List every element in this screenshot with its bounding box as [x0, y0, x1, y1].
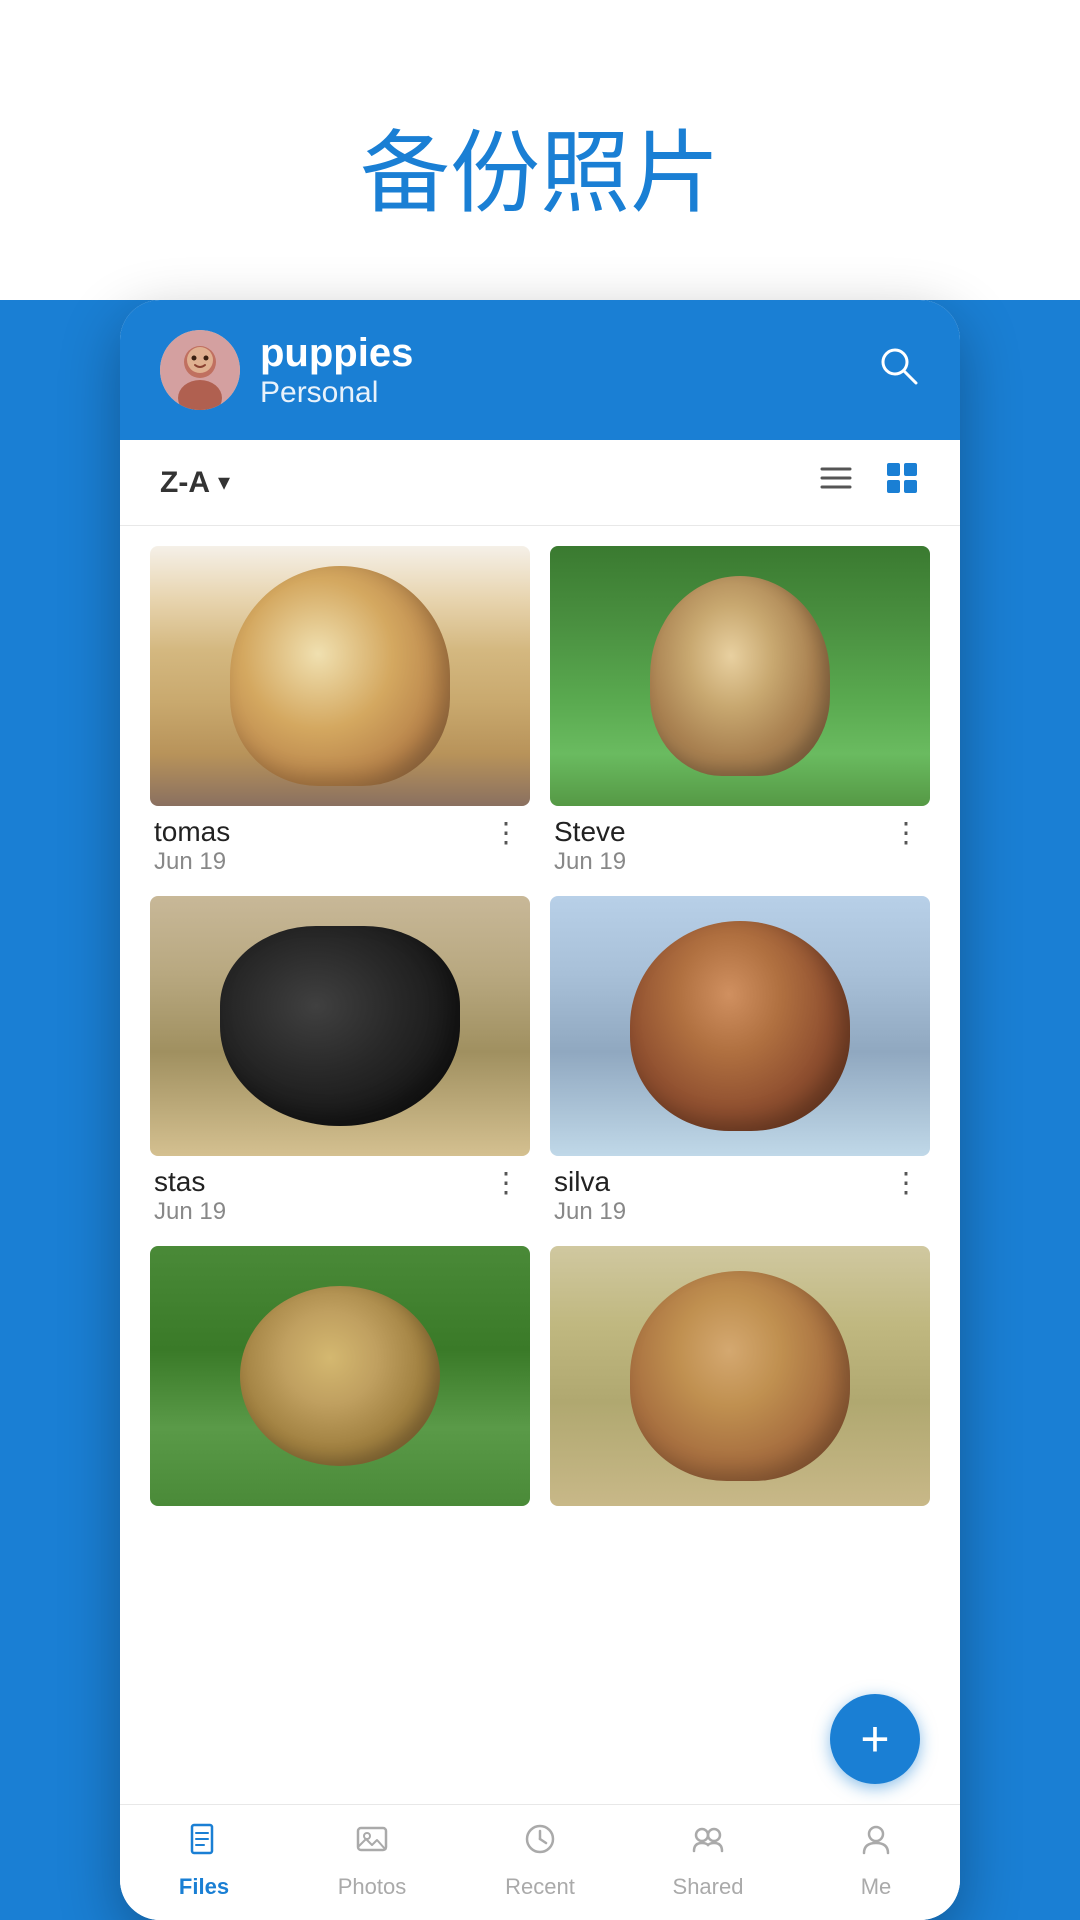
list-item[interactable]: stasJun 19 ⋮ — [150, 896, 530, 1226]
sort-selector[interactable]: Z-A ▾ — [160, 466, 230, 500]
item-text: SteveJun 19 — [554, 816, 626, 876]
nav-item-files[interactable]: Files — [120, 1821, 288, 1900]
list-item[interactable]: SteveJun 19 ⋮ — [550, 546, 930, 876]
more-options-icon[interactable]: ⋮ — [888, 816, 926, 849]
item-date: Jun 19 — [154, 1198, 226, 1226]
more-options-icon[interactable]: ⋮ — [488, 816, 526, 849]
fab-button[interactable]: + — [830, 1694, 920, 1784]
item-date: Jun 19 — [154, 848, 230, 876]
list-item[interactable]: tomasJun 19 ⋮ — [150, 546, 530, 876]
item-info: stasJun 19 ⋮ — [150, 1156, 530, 1226]
file-thumbnail — [150, 546, 530, 806]
file-thumbnail — [550, 546, 930, 806]
page-title: 备份照片 — [0, 60, 1080, 260]
item-info: silvaJun 19 ⋮ — [550, 1156, 930, 1226]
files-icon — [186, 1821, 222, 1866]
recent-icon — [522, 1821, 558, 1866]
toolbar: Z-A ▾ — [120, 440, 960, 526]
item-date: Jun 19 — [554, 1198, 626, 1226]
avatar — [160, 330, 240, 410]
file-thumbnail — [550, 896, 930, 1156]
file-thumbnail — [550, 1246, 930, 1506]
item-date: Jun 19 — [554, 848, 626, 876]
nav-item-shared[interactable]: Shared — [624, 1821, 792, 1900]
files-label: Files — [179, 1874, 229, 1900]
shared-label: Shared — [673, 1874, 744, 1900]
list-item[interactable] — [550, 1246, 930, 1506]
more-options-icon[interactable]: ⋮ — [888, 1166, 926, 1199]
me-icon — [858, 1821, 894, 1866]
item-text: tomasJun 19 — [154, 816, 230, 876]
item-name: tomas — [154, 816, 230, 848]
item-text: stasJun 19 — [154, 1166, 226, 1226]
search-button[interactable] — [876, 343, 920, 398]
nav-item-recent[interactable]: Recent — [456, 1821, 624, 1900]
header-title: puppies — [260, 331, 856, 376]
content-area: tomasJun 19⋮SteveJun 19⋮stasJun 19⋮silva… — [120, 526, 960, 1804]
bottom-nav: Files Photos Recent Shared Me — [120, 1804, 960, 1920]
item-info: SteveJun 19 ⋮ — [550, 806, 930, 876]
nav-item-photos[interactable]: Photos — [288, 1821, 456, 1900]
nav-item-me[interactable]: Me — [792, 1821, 960, 1900]
view-controls — [818, 460, 920, 505]
files-grid: tomasJun 19⋮SteveJun 19⋮stasJun 19⋮silva… — [150, 546, 930, 1506]
fab-plus-icon: + — [860, 1714, 889, 1764]
phone-frame: puppies Personal Z-A ▾ — [120, 300, 960, 1920]
photos-icon — [354, 1821, 390, 1866]
me-label: Me — [861, 1874, 892, 1900]
app-header: puppies Personal — [120, 300, 960, 440]
file-thumbnail — [150, 896, 530, 1156]
grid-view-button[interactable] — [884, 460, 920, 505]
item-name: Steve — [554, 816, 626, 848]
item-info: tomasJun 19 ⋮ — [150, 806, 530, 876]
shared-icon — [690, 1821, 726, 1866]
chevron-down-icon: ▾ — [218, 468, 230, 497]
list-item[interactable]: silvaJun 19 ⋮ — [550, 896, 930, 1226]
file-thumbnail — [150, 1246, 530, 1506]
more-options-icon[interactable]: ⋮ — [488, 1166, 526, 1199]
item-name: silva — [554, 1166, 626, 1198]
header-text: puppies Personal — [260, 331, 856, 410]
photos-label: Photos — [338, 1874, 407, 1900]
item-name: stas — [154, 1166, 226, 1198]
recent-label: Recent — [505, 1874, 575, 1900]
item-text: silvaJun 19 — [554, 1166, 626, 1226]
list-item[interactable] — [150, 1246, 530, 1506]
header-subtitle: Personal — [260, 376, 856, 410]
sort-label: Z-A — [160, 466, 210, 500]
list-view-button[interactable] — [818, 460, 854, 505]
